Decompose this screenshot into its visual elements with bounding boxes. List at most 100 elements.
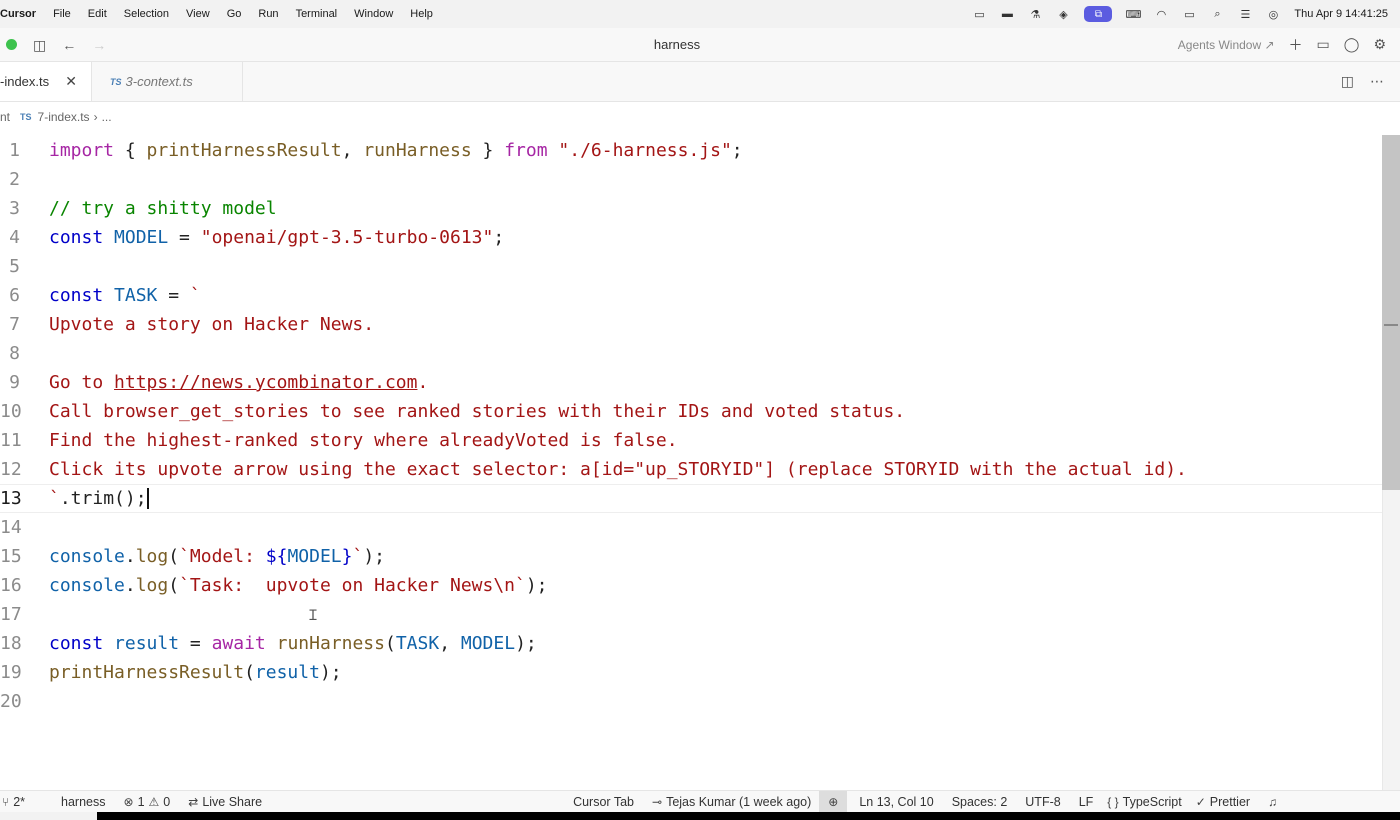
menu-app-name[interactable]: Cursor — [0, 8, 36, 20]
url-link[interactable]: https://news.ycombinator.com — [114, 372, 417, 393]
control-center-icon[interactable]: ☰ — [1238, 8, 1252, 21]
code-line[interactable]: 20 — [0, 687, 1382, 716]
code-line[interactable]: 12 Click its upvote arrow using the exac… — [0, 455, 1382, 484]
tab-label: -index.ts — [0, 74, 50, 89]
battery-menu-icon[interactable]: ▬ — [1000, 8, 1014, 20]
zoom-button[interactable]: ⊕ — [819, 790, 848, 813]
menu-run[interactable]: Run — [258, 8, 278, 20]
menu-selection[interactable]: Selection — [124, 8, 169, 20]
menu-clock[interactable]: Thu Apr 9 14:41:25 — [1294, 8, 1388, 20]
end-of-line[interactable]: LF — [1079, 795, 1094, 809]
prettier-formatter[interactable]: ✓ Prettier — [1196, 795, 1250, 809]
live-share-icon: ⇄ — [188, 794, 199, 809]
line-number: 18 — [0, 633, 22, 654]
editor-tab-bar: -index.ts ✕ TS 3-context.ts ◫ ⋯ — [0, 62, 1400, 102]
line-number: 17 — [0, 604, 22, 625]
code-line[interactable]: 4 const MODEL = "openai/gpt-3.5-turbo-06… — [0, 223, 1382, 252]
line-content: `.trim(); — [49, 487, 149, 510]
line-number: 19 — [0, 662, 22, 683]
keyboard-icon[interactable]: ⌨ — [1125, 8, 1141, 21]
code-line[interactable]: 16 console.log(`Task: upvote on Hacker N… — [0, 571, 1382, 600]
menu-window[interactable]: Window — [354, 8, 393, 20]
line-content: const TASK = ` — [49, 285, 201, 306]
code-line-current[interactable]: 13 `.trim(); — [0, 484, 1382, 513]
code-line[interactable]: 3 // try a shitty model — [0, 194, 1382, 223]
menu-edit[interactable]: Edit — [88, 8, 107, 20]
line-content: Find the highest-ranked story where alre… — [49, 430, 678, 451]
settings-gear-icon[interactable]: ⚙ — [1373, 36, 1386, 53]
project-name[interactable]: harness — [61, 795, 105, 809]
line-number: 11 — [0, 430, 22, 451]
line-content: console.log(`Task: upvote on Hacker News… — [49, 575, 548, 596]
cursor-position[interactable]: Ln 13, Col 10 — [859, 795, 933, 809]
code-line[interactable]: 1 import { printHarnessResult, runHarnes… — [0, 136, 1382, 165]
tab-bar-actions: ◫ ⋯ — [1341, 62, 1400, 101]
chevron-right-icon: › — [93, 110, 98, 124]
breadcrumb: nt TS 7-index.ts › ... — [0, 102, 1400, 132]
menu-go[interactable]: Go — [227, 8, 242, 20]
code-line[interactable]: 17 — [0, 600, 1382, 629]
line-content: Call browser_get_stories to see ranked s… — [49, 401, 906, 422]
code-line[interactable]: 8 — [0, 339, 1382, 368]
code-line[interactable]: 15 console.log(`Model: ${MODEL}`); — [0, 542, 1382, 571]
code-line[interactable]: 11 Find the highest-ranked story where a… — [0, 426, 1382, 455]
tab-3-context-ts[interactable]: TS 3-context.ts — [92, 62, 243, 101]
code-line[interactable]: 18 const result = await runHarness(TASK,… — [0, 629, 1382, 658]
screen-bottom-edge — [0, 812, 1400, 820]
menu-help[interactable]: Help — [410, 8, 433, 20]
check-double-icon: ✓ — [1195, 794, 1206, 809]
screen-record-icon[interactable]: ⧉ — [1084, 6, 1113, 22]
app-extra-icon[interactable]: ⚗ — [1028, 8, 1042, 21]
macos-menu-bar: Cursor File Edit Selection View Go Run T… — [0, 0, 1400, 28]
cursor-tab-status[interactable]: Cursor Tab — [573, 795, 634, 809]
line-number: 20 — [0, 691, 22, 712]
code-line[interactable]: 2 — [0, 165, 1382, 194]
close-icon[interactable]: ✕ — [65, 73, 77, 90]
breadcrumb-file[interactable]: 7-index.ts — [38, 110, 90, 124]
menu-terminal[interactable]: Terminal — [296, 8, 338, 20]
code-line[interactable]: 9 Go to https://news.ycombinator.com. — [0, 368, 1382, 397]
indentation-setting[interactable]: Spaces: 2 — [952, 795, 1008, 809]
code-line[interactable]: 5 — [0, 252, 1382, 281]
line-number: 6 — [9, 285, 20, 306]
spotlight-search-icon[interactable]: ⌕ — [1210, 8, 1224, 20]
line-content: Go to https://news.ycombinator.com. — [49, 372, 429, 393]
text-cursor — [146, 488, 149, 510]
line-number: 16 — [0, 575, 22, 596]
problems-indicator[interactable]: ⊗ 1 ⚠ 0 — [124, 795, 171, 809]
more-actions-icon[interactable]: ⋯ — [1370, 73, 1384, 90]
tab-index-ts[interactable]: -index.ts ✕ — [0, 62, 92, 101]
line-content: Upvote a story on Hacker News. — [49, 314, 375, 335]
notifications-bell-icon[interactable]: ♫ — [1268, 795, 1277, 809]
live-share-button[interactable]: ⇄ Live Share — [188, 795, 262, 809]
git-blame-info[interactable]: ⊸ Tejas Kumar (1 week ago) — [652, 795, 811, 809]
menu-view[interactable]: View — [186, 8, 210, 20]
battery-icon[interactable]: ▭ — [1182, 8, 1196, 21]
breadcrumb-folder[interactable]: nt — [0, 110, 10, 124]
code-line[interactable]: 6 const TASK = ` — [0, 281, 1382, 310]
error-icon: ⊗ — [123, 794, 134, 809]
scrollbar-thumb[interactable] — [1382, 135, 1400, 490]
line-content: // try a shitty model — [49, 198, 277, 219]
code-editor[interactable]: 1 import { printHarnessResult, runHarnes… — [0, 135, 1400, 790]
split-editor-icon[interactable]: ◫ — [1341, 73, 1354, 90]
wifi-icon[interactable]: ◠ — [1154, 8, 1168, 21]
line-number: 5 — [9, 256, 20, 277]
screen-mirroring-icon[interactable]: ▭ — [972, 8, 986, 21]
line-content: printHarnessResult(result); — [49, 662, 342, 683]
source-control-branch[interactable]: ⑂ 2* — [2, 795, 25, 809]
git-commit-icon: ⊸ — [652, 794, 663, 809]
code-line[interactable]: 10 Call browser_get_stories to see ranke… — [0, 397, 1382, 426]
code-line[interactable]: 7 Upvote a story on Hacker News. — [0, 310, 1382, 339]
code-line[interactable]: 14 — [0, 513, 1382, 542]
siri-icon[interactable]: ◎ — [1266, 8, 1280, 21]
line-number: 1 — [9, 140, 20, 161]
breadcrumb-symbols[interactable]: ... — [102, 110, 112, 124]
focus-icon[interactable]: ◈ — [1056, 8, 1070, 21]
language-mode[interactable]: { } TypeScript — [1107, 795, 1181, 809]
menu-file[interactable]: File — [53, 8, 71, 20]
line-content: const MODEL = "openai/gpt-3.5-turbo-0613… — [49, 227, 505, 248]
file-encoding[interactable]: UTF-8 — [1025, 795, 1060, 809]
code-line[interactable]: 19 printHarnessResult(result); — [0, 658, 1382, 687]
line-number: 3 — [9, 198, 20, 219]
